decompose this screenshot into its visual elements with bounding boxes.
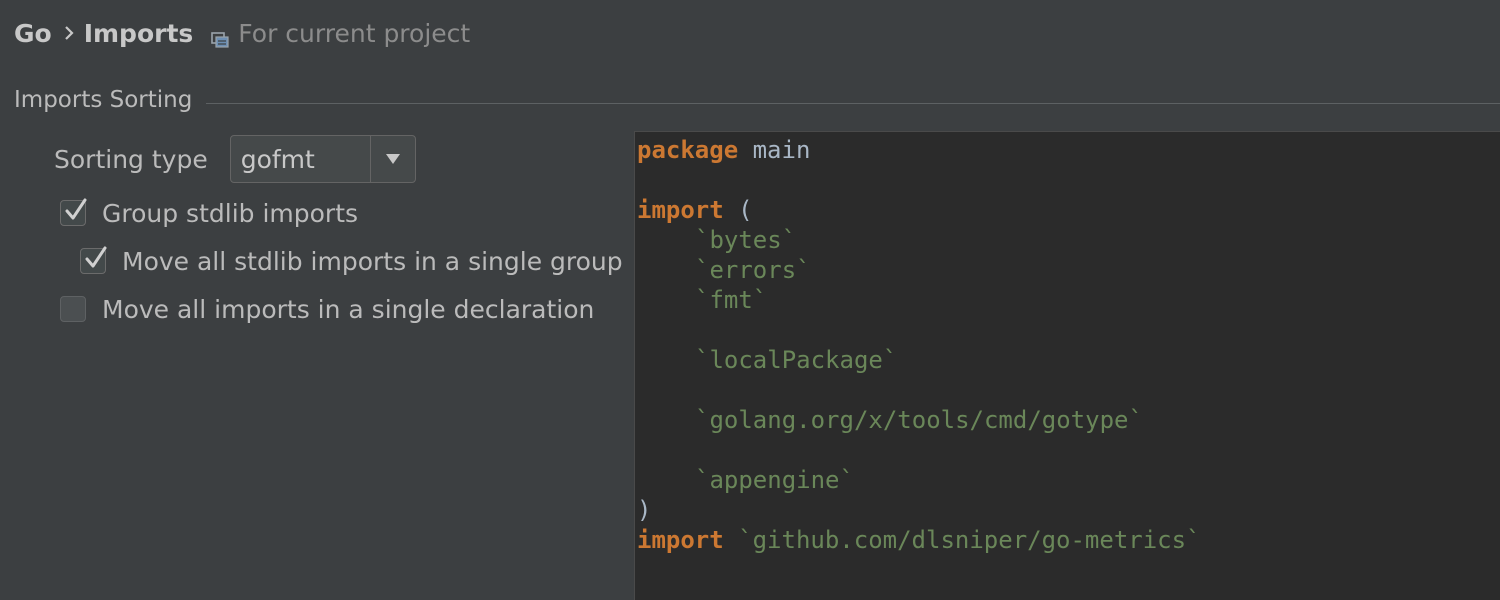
code-line-import: `localPackage` [695, 345, 897, 375]
group-stdlib-checkbox[interactable] [60, 198, 87, 226]
section-divider [206, 102, 1500, 104]
sorting-type-value: gofmt [240, 144, 315, 174]
import-path: `bytes` [695, 226, 797, 254]
code-line-import: `fmt` [695, 285, 767, 315]
breadcrumb: Go Imports For current project [14, 14, 470, 52]
code-line-package: package main [637, 135, 810, 165]
chevron-right-icon [64, 25, 74, 41]
import-path: `appengine` [695, 466, 854, 494]
close-paren: ) [637, 496, 652, 524]
option-group-stdlib[interactable]: Group stdlib imports [60, 195, 358, 231]
import-path: `errors` [695, 256, 811, 284]
package-name: main [738, 136, 811, 164]
code-line-close-paren: ) [637, 495, 651, 525]
scope-label: For current project [238, 18, 471, 48]
code-line-import: `golang.org/x/tools/cmd/gotype` [695, 405, 1143, 435]
code-line-import: `errors` [695, 255, 811, 285]
breadcrumb-imports: Imports [83, 18, 194, 48]
keyword-import: import [637, 196, 724, 224]
option-single-declaration[interactable]: Move all imports in a single declaration [60, 291, 594, 327]
code-preview[interactable]: package main import ( `bytes` `errors` `… [634, 131, 1500, 600]
code-line-import-single: import `github.com/dlsniper/go-metrics` [637, 525, 1201, 555]
imports-sorting-section: Imports Sorting [14, 84, 1500, 116]
code-line-import: `bytes` [695, 225, 796, 255]
group-stdlib-label: Group stdlib imports [102, 198, 359, 228]
single-declaration-checkbox[interactable] [60, 296, 86, 322]
keyword-import: import [637, 526, 724, 554]
checkmark-icon [85, 246, 107, 268]
import-path: `golang.org/x/tools/cmd/gotype` [695, 406, 1143, 434]
section-title: Imports Sorting [14, 87, 193, 113]
code-line-import-open: import ( [637, 195, 753, 225]
settings-panel: Go Imports For current project Imports S… [0, 0, 1500, 600]
checkmark-icon [65, 198, 87, 220]
keyword-package: package [637, 136, 739, 164]
import-path: `github.com/dlsniper/go-metrics` [723, 526, 1201, 554]
open-paren: ( [723, 196, 753, 224]
import-path: `localPackage` [695, 346, 898, 374]
single-stdlib-group-checkbox[interactable] [80, 246, 107, 274]
sorting-type-row: Sorting type gofmt [54, 134, 416, 184]
triangle-down-icon[interactable] [371, 136, 415, 182]
code-line-import: `appengine` [695, 465, 854, 495]
scope-indicator: For current project [211, 19, 470, 48]
single-declaration-label: Move all imports in a single declaration [102, 294, 595, 324]
single-stdlib-group-label: Move all stdlib imports in a single grou… [122, 246, 623, 276]
sorting-type-label: Sorting type [54, 144, 208, 174]
import-path: `fmt` [695, 286, 768, 314]
option-single-stdlib-group[interactable]: Move all stdlib imports in a single grou… [80, 243, 623, 279]
breadcrumb-go[interactable]: Go [14, 19, 52, 48]
project-scope-icon [211, 25, 229, 48]
sorting-type-dropdown[interactable]: gofmt [229, 135, 416, 183]
